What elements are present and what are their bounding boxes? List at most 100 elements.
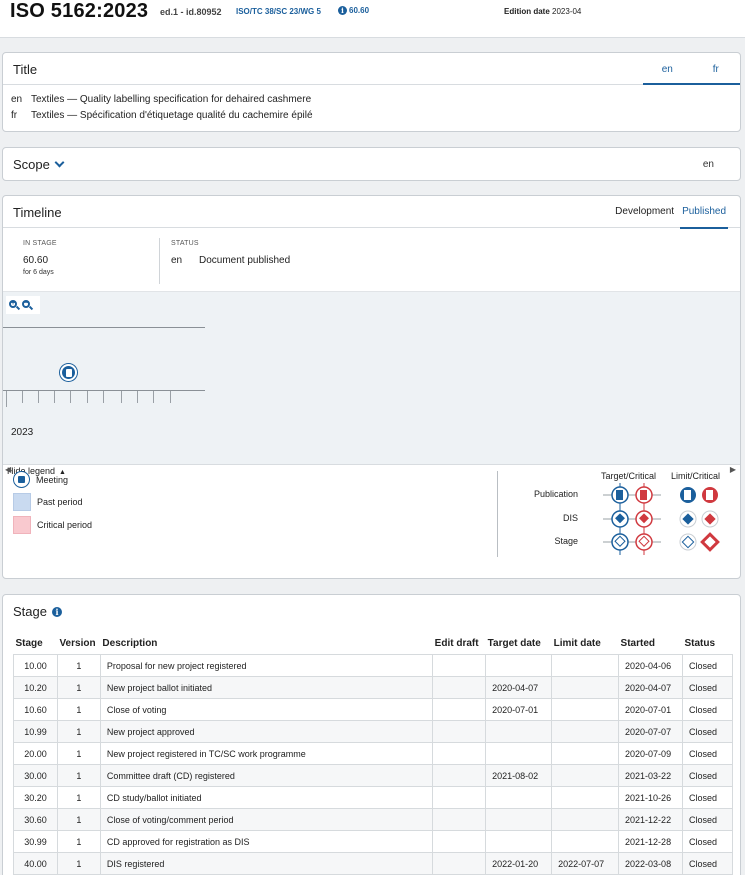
table-cell: 2021-03-22 xyxy=(618,764,683,787)
table-cell: 1 xyxy=(56,698,101,721)
legend-past: Past period xyxy=(13,493,83,511)
stage-code: 60.60 xyxy=(349,6,370,15)
title-lang: fr xyxy=(11,110,18,121)
stage-badge[interactable]: i 60.60 xyxy=(338,6,369,15)
table-cell: 10.20 xyxy=(13,676,58,699)
table-cell xyxy=(432,742,487,765)
status-lang: en xyxy=(171,255,183,266)
column-header: Description xyxy=(102,638,158,649)
table-cell xyxy=(432,786,487,809)
zoom-controls: + − xyxy=(6,296,40,314)
axis-tick xyxy=(170,391,171,403)
table-cell xyxy=(551,830,620,853)
table-cell: New project approved xyxy=(99,720,434,743)
axis-tick xyxy=(54,391,55,403)
table-cell: 2021-12-22 xyxy=(618,808,683,831)
scope-heading[interactable]: Scope xyxy=(13,157,65,172)
table-cell: 1 xyxy=(56,742,101,765)
title-text: Textiles — Spécification d'étiquetage qu… xyxy=(31,110,313,121)
table-cell: 2020-07-01 xyxy=(485,698,553,721)
table-cell xyxy=(485,830,553,853)
publication-marker[interactable] xyxy=(60,364,77,381)
timeline-axis xyxy=(3,390,205,391)
tab-en[interactable]: en xyxy=(643,53,692,83)
edition-id: ed.1 - id.80952 xyxy=(160,7,222,17)
legend-divider xyxy=(497,471,498,557)
table-cell xyxy=(551,720,620,743)
in-stage-duration: for 6 days xyxy=(23,269,54,276)
timeline-heading: Timeline xyxy=(13,205,62,220)
title-language-tabs: en fr xyxy=(643,53,740,85)
table-row: 30.99 1 CD approved for registration as DI… xyxy=(13,830,733,853)
axis-tick xyxy=(103,391,104,403)
status-row: en Document published xyxy=(171,255,290,266)
legend-symbols xyxy=(603,483,720,555)
table-header-row: Stage Version Description Edit draft Tar… xyxy=(14,635,733,655)
table-cell: Close of voting/comment period xyxy=(99,808,434,831)
tab-development[interactable]: Development xyxy=(615,206,674,229)
column-header: Version xyxy=(59,638,96,649)
axis-tick xyxy=(87,391,88,403)
table-cell: 30.60 xyxy=(13,808,58,831)
table-cell: Closed xyxy=(682,852,733,875)
in-stage-block: IN STAGE 60.60 for 6 days xyxy=(23,240,57,276)
stage-heading: Stage xyxy=(13,604,47,619)
table-cell xyxy=(485,720,553,743)
table-cell: CD study/ballot initiated xyxy=(99,786,434,809)
table-cell: Closed xyxy=(682,720,733,743)
tab-fr[interactable]: fr xyxy=(692,53,741,83)
table-cell: 1 xyxy=(56,676,101,699)
table-cell xyxy=(485,654,553,677)
title-lang: en xyxy=(11,94,23,105)
table-cell: 2021-08-02 xyxy=(485,764,553,787)
table-cell xyxy=(485,786,553,809)
title-row-fr: fr Textiles — Spécification d'étiquetage … xyxy=(11,108,732,124)
table-cell: 30.00 xyxy=(13,764,58,787)
stage-table: Stage Version Description Edit draft Tar… xyxy=(13,635,733,875)
column-header: Status xyxy=(684,638,716,649)
timeline-tabs: Development Published xyxy=(615,206,728,229)
document-icon xyxy=(66,369,72,377)
table-cell: 2022-01-20 xyxy=(485,852,553,875)
table-cell xyxy=(432,764,487,787)
table-cell xyxy=(551,698,620,721)
table-cell: Closed xyxy=(682,786,733,809)
table-cell: 1 xyxy=(56,786,101,809)
committee-link[interactable]: ISO/TC 38/SC 23/WG 5 xyxy=(236,7,321,16)
title-list: en Textiles — Quality labelling specifica… xyxy=(3,85,740,131)
table-cell: Closed xyxy=(682,654,733,677)
table-cell: 2022-03-08 xyxy=(618,852,683,875)
table-row: 10.60 1 Close of voting 2020-07-01 2020-07-0… xyxy=(13,698,733,721)
divider xyxy=(159,238,160,284)
table-cell xyxy=(432,808,487,831)
table-cell: 2020-04-07 xyxy=(618,676,683,699)
past-period-swatch xyxy=(13,493,31,511)
table-cell: Closed xyxy=(682,676,733,699)
info-icon: i xyxy=(338,6,347,15)
legend-critical-label: Critical period xyxy=(37,520,93,530)
axis-tick xyxy=(6,391,7,407)
zoom-out-icon[interactable]: − xyxy=(22,299,34,311)
stage-card: Stage i Stage Version Description Edit d… xyxy=(2,594,741,875)
table-cell: 10.60 xyxy=(13,698,58,721)
table-cell: 1 xyxy=(56,654,101,677)
scope-language[interactable]: en xyxy=(703,159,714,170)
status-label: STATUS xyxy=(171,240,199,247)
scope-card[interactable]: Scope en xyxy=(2,147,741,181)
legend-meeting: Meeting xyxy=(13,471,68,488)
zoom-in-icon[interactable]: + xyxy=(9,299,21,311)
column-header: Target date xyxy=(487,638,541,649)
timeline-chart[interactable]: + − 2023 Hide legend ▲ ◀ ▶ xyxy=(3,292,740,476)
table-cell xyxy=(432,676,487,699)
table-cell: 40.00 xyxy=(13,852,58,875)
table-cell: Closed xyxy=(682,830,733,853)
table-cell xyxy=(551,786,620,809)
axis-year-label: 2023 xyxy=(11,427,34,438)
table-row: 30.20 1 CD study/ballot initiated 2021-10-2… xyxy=(13,786,733,809)
tab-published[interactable]: Published xyxy=(680,206,728,229)
stage-header: Stage i xyxy=(3,595,740,627)
legend-meeting-label: Meeting xyxy=(36,474,69,485)
table-cell: Close of voting xyxy=(99,698,434,721)
table-cell xyxy=(485,808,553,831)
info-icon[interactable]: i xyxy=(52,607,62,617)
